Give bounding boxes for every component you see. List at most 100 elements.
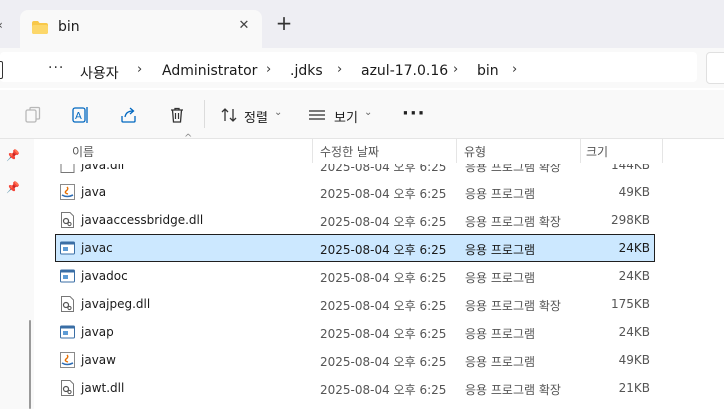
list-item[interactable]: javaw 2025-08-04 오후 6:25 응용 프로그램 49KB [56, 347, 654, 373]
java-app-icon [60, 184, 75, 200]
file-name: java.dll [81, 164, 125, 172]
list-item[interactable]: javaaccessbridge.dll 2025-08-04 오후 6:25 … [56, 207, 654, 233]
file-date: 2025-08-04 오후 6:25 [320, 187, 447, 201]
toolbar-separator [204, 100, 205, 128]
list-item[interactable]: javadoc 2025-08-04 오후 6:25 응용 프로그램 24KB [56, 263, 654, 289]
file-type: 응용 프로그램 확장 [465, 383, 561, 397]
file-size: 24KB [618, 241, 650, 255]
breadcrumb-item-users[interactable]: 사용자 [80, 63, 119, 83]
delete-icon[interactable] [167, 105, 187, 125]
file-type: 응용 프로그램 [465, 271, 536, 285]
pin-icon[interactable]: 📌 [6, 149, 20, 162]
chevron-right-icon[interactable]: › [137, 62, 142, 77]
column-header-name[interactable]: 이름 [72, 143, 94, 160]
file-name: javadoc [81, 269, 128, 283]
more-options-icon[interactable]: ··· [402, 103, 426, 124]
file-name: javaaccessbridge.dll [81, 213, 204, 227]
breadcrumb-overflow-button[interactable]: ··· [48, 60, 64, 76]
column-divider[interactable] [456, 139, 457, 163]
file-size: 24KB [618, 325, 650, 339]
list-item[interactable]: java 2025-08-04 오후 6:25 응용 프로그램 49KB [56, 179, 654, 205]
file-date: 2025-08-04 오후 6:25 [320, 299, 447, 313]
tab-bin[interactable]: bin ✕ [20, 10, 262, 48]
file-date: 2025-08-04 오후 6:25 [320, 164, 447, 174]
java-app-icon [60, 352, 75, 368]
chevron-right-icon[interactable]: › [512, 62, 517, 77]
column-divider[interactable] [662, 139, 663, 163]
address-bar: ··· 사용자 › Administrator › .jdks › azul-1… [0, 48, 724, 88]
breadcrumb-item-administrator[interactable]: Administrator [162, 63, 257, 79]
column-divider[interactable] [580, 139, 581, 163]
navigation-scrollbar[interactable] [29, 320, 31, 409]
breadcrumb[interactable]: ··· 사용자 › Administrator › .jdks › azul-1… [0, 52, 697, 82]
list-item[interactable]: java.dll 2025-08-04 오후 6:25 응용 프로그램 확장 1… [56, 164, 654, 178]
share-icon[interactable] [119, 105, 139, 125]
file-name: javaw [81, 353, 116, 367]
file-type: 응용 프로그램 확장 [465, 164, 561, 174]
folder-icon [32, 21, 48, 34]
file-name: javac [81, 241, 113, 255]
dll-file-icon [61, 380, 74, 396]
tab-title: bin [58, 19, 80, 35]
rename-icon[interactable]: A [71, 105, 91, 125]
file-size: 49KB [618, 353, 650, 367]
file-size: 298KB [610, 213, 650, 227]
exe-file-icon [60, 269, 75, 283]
file-size: 21KB [618, 381, 650, 395]
file-date: 2025-08-04 오후 6:25 [320, 243, 447, 257]
file-name: javap [81, 325, 114, 339]
file-type: 응용 프로그램 [465, 355, 536, 369]
breadcrumb-item-azul[interactable]: azul-17.0.16 [361, 63, 448, 79]
column-header-type[interactable]: 유형 [464, 143, 486, 160]
column-divider[interactable] [312, 139, 313, 163]
exe-file-icon [60, 325, 75, 339]
column-header-date[interactable]: 수정한 날짜 [320, 143, 379, 160]
scroll-tabs-left-icon[interactable]: ‹ [0, 18, 3, 32]
column-header-size[interactable]: 크기 [586, 143, 608, 160]
sort-ascending-icon: ^ [184, 133, 193, 144]
breadcrumb-item-jdks[interactable]: .jdks [290, 63, 323, 79]
list-item[interactable]: javap 2025-08-04 오후 6:25 응용 프로그램 24KB [56, 319, 654, 345]
new-tab-button[interactable]: + [274, 13, 294, 33]
dll-file-icon [61, 296, 74, 312]
close-tab-icon[interactable]: ✕ [236, 18, 252, 33]
file-type: 응용 프로그램 확장 [465, 299, 561, 313]
chevron-down-icon[interactable]: ⌄ [274, 107, 282, 118]
file-type: 응용 프로그램 [465, 243, 536, 257]
view-button[interactable]: 보기 [334, 107, 358, 126]
expand-pane-icon[interactable] [0, 61, 3, 79]
chevron-right-icon[interactable]: › [337, 62, 342, 77]
file-name: java [81, 185, 107, 199]
copy-icon[interactable] [23, 105, 43, 125]
command-bar: A 정렬 ⌄ 보기 ⌄ ··· [0, 90, 724, 139]
column-header: ^ 이름 수정한 날짜 유형 크기 [34, 133, 724, 163]
file-type: 응용 프로그램 [465, 187, 536, 201]
sort-icon[interactable] [219, 105, 239, 125]
title-bar: ‹ bin ✕ + [0, 0, 724, 48]
dll-file-icon [61, 212, 74, 228]
chevron-down-icon[interactable]: ⌄ [364, 107, 372, 118]
list-item[interactable]: javajpeg.dll 2025-08-04 오후 6:25 응용 프로그램 … [56, 291, 654, 317]
file-date: 2025-08-04 오후 6:25 [320, 355, 447, 369]
search-box[interactable] [706, 52, 724, 84]
chevron-right-icon[interactable]: › [266, 62, 271, 77]
file-size: 49KB [618, 185, 650, 199]
view-icon[interactable] [307, 105, 327, 125]
chevron-right-icon[interactable]: › [453, 62, 458, 77]
exe-file-icon [60, 241, 75, 255]
file-size: 144KB [610, 164, 650, 172]
file-type: 응용 프로그램 확장 [465, 215, 561, 229]
list-item-selected[interactable]: javac 2025-08-04 오후 6:25 응용 프로그램 24KB [55, 234, 655, 262]
file-date: 2025-08-04 오후 6:25 [320, 271, 447, 285]
file-type: 응용 프로그램 [465, 327, 536, 341]
list-item[interactable]: jawt.dll 2025-08-04 오후 6:25 응용 프로그램 확장 2… [56, 375, 654, 401]
breadcrumb-item-bin[interactable]: bin [477, 63, 499, 79]
file-name: javajpeg.dll [81, 297, 151, 311]
dll-file-icon [60, 164, 75, 173]
pin-icon[interactable]: 📌 [6, 181, 20, 194]
svg-text:A: A [75, 111, 82, 122]
file-name: jawt.dll [81, 381, 125, 395]
file-date: 2025-08-04 오후 6:25 [320, 327, 447, 341]
sort-button[interactable]: 정렬 [244, 107, 268, 126]
file-size: 24KB [618, 269, 650, 283]
